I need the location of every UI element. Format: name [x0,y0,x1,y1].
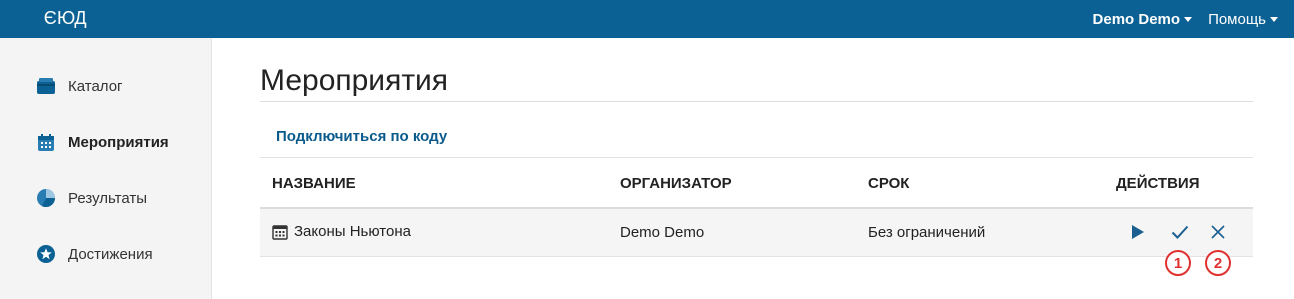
close-icon[interactable] [1208,222,1228,242]
sidebar-item-label: Результаты [68,189,147,207]
sidebar-item-label: Достижения [68,245,153,263]
caret-down-icon [1184,16,1193,22]
calendar-icon [36,132,56,152]
app-logo[interactable]: ЭЮД [44,8,87,29]
sidebar: Каталог Мероприятия Результаты Достижени… [0,38,212,299]
calendar-icon [272,224,288,240]
event-name: Законы Ньютона [294,223,411,240]
check-icon[interactable] [1170,222,1190,242]
table-row: Законы Ньютона Demo Demo Без ограничений [260,209,1253,257]
pie-chart-icon [36,188,56,208]
help-menu-label: Помощь [1208,10,1266,28]
sidebar-item-events[interactable]: Мероприятия [36,130,169,154]
user-menu[interactable]: Demo Demo [1093,11,1193,28]
term-cell: Без ограничений [868,224,986,241]
column-header-term[interactable]: СРОК [868,175,909,192]
annotation-badge-1: 1 [1165,250,1191,276]
help-menu[interactable]: Помощь [1208,11,1278,28]
table-header: НАЗВАНИЕ ОРГАНИЗАТОР СРОК ДЕЙСТВИЯ [260,158,1253,208]
play-icon[interactable] [1128,222,1148,242]
column-header-actions: ДЕЙСТВИЯ [1116,175,1200,192]
caret-down-icon [1270,16,1278,22]
divider [260,101,1253,102]
sidebar-item-label: Каталог [68,77,123,95]
annotation-badge-2: 2 [1205,250,1231,276]
column-header-name[interactable]: НАЗВАНИЕ [272,175,356,192]
event-name-cell[interactable]: Законы Ньютона [272,223,411,240]
sidebar-item-achievements[interactable]: Достижения [36,242,153,266]
organizer-cell: Demo Demo [620,224,705,241]
sidebar-item-catalog[interactable]: Каталог [36,74,123,98]
top-menu: Demo Demo Помощь [1093,0,1278,38]
user-menu-label: Demo Demo [1092,10,1181,28]
catalog-icon [36,76,56,96]
column-header-organizer[interactable]: ОРГАНИЗАТОР [620,175,732,192]
top-navbar: ЭЮД Demo Demo Помощь [0,0,1294,38]
star-badge-icon [36,244,56,264]
sidebar-item-label: Мероприятия [68,133,169,151]
sidebar-item-results[interactable]: Результаты [36,186,147,210]
connect-by-code-link[interactable]: Подключиться по коду [276,128,447,145]
page-title: Мероприятия [260,64,449,97]
